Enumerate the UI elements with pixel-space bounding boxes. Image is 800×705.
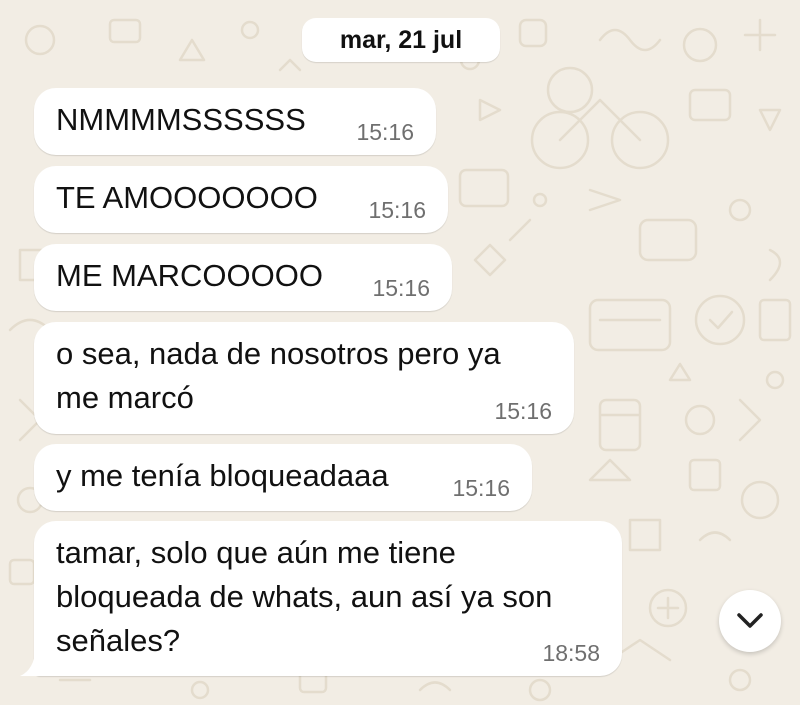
message-bubble[interactable]: ME MARCOOOOO 15:16 — [34, 244, 452, 311]
message-line: o sea, nada de nosotros pero ya — [56, 336, 501, 371]
message-text: ME MARCOOOOO — [56, 258, 323, 293]
message-line: tamar, solo que aún me tiene — [56, 535, 456, 570]
scroll-to-bottom-button[interactable] — [719, 590, 781, 652]
message-text: o sea, nada de nosotros pero ya me marcó — [56, 332, 501, 420]
message-timestamp: 15:16 — [494, 398, 552, 424]
message-timestamp: 15:16 — [372, 275, 430, 301]
date-separator: mar, 21 jul — [302, 18, 500, 62]
message-text: y me tenía bloqueadaaa — [56, 458, 389, 493]
chevron-down-icon — [737, 613, 763, 628]
message-timestamp: 15:16 — [356, 119, 414, 145]
message-text: NMMMMSSSSSS — [56, 102, 306, 137]
message-bubble[interactable]: NMMMMSSSSSS 15:16 — [34, 88, 436, 155]
message-text: TE AMOOOOOOO — [56, 180, 318, 215]
message-timestamp: 15:16 — [368, 197, 426, 223]
message-bubble[interactable]: y me tenía bloqueadaaa 15:16 — [34, 444, 532, 511]
message-line: bloqueada de whats, aun así ya son — [56, 579, 553, 614]
bubble-tail — [20, 648, 50, 676]
message-timestamp: 15:16 — [452, 475, 510, 501]
message-timestamp: 18:58 — [542, 640, 600, 666]
message-line: señales? — [56, 623, 181, 658]
message-text: tamar, solo que aún me tiene bloqueada d… — [56, 531, 552, 663]
message-bubble[interactable]: tamar, solo que aún me tiene bloqueada d… — [20, 521, 622, 676]
message-line: me marcó — [56, 380, 194, 415]
message-bubble[interactable]: TE AMOOOOOOO 15:16 — [34, 166, 448, 233]
message-bubble[interactable]: o sea, nada de nosotros pero ya me marcó… — [34, 322, 574, 434]
